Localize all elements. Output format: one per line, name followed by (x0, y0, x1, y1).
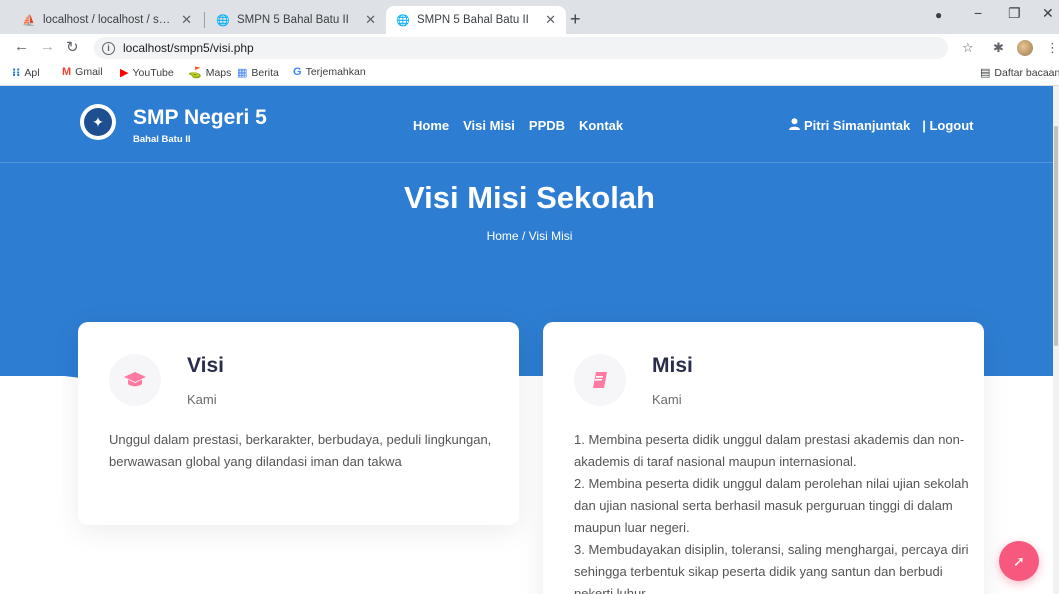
extensions-icon[interactable]: ✱ (993, 40, 1004, 56)
close-tab-icon[interactable]: ✕ (181, 12, 192, 28)
breadcrumb: Home / Visi Misi (0, 229, 1059, 243)
apps-grid-icon: ⁝⁝ (12, 67, 21, 79)
bookmark-label: YouTube (132, 66, 174, 79)
page-title: Visi Misi Sekolah (404, 180, 655, 215)
brand-subtitle: Bahal Batu II (133, 134, 191, 145)
brand-name[interactable]: SMP Negeri 5 (133, 106, 267, 130)
close-tab-icon[interactable]: ✕ (545, 12, 556, 28)
bookmark-youtube[interactable]: ▶ YouTube (120, 66, 174, 80)
url-field[interactable]: i localhost/smpn5/visi.php (94, 37, 948, 59)
back-arrow-icon[interactable]: ← (14, 38, 29, 55)
reload-icon[interactable]: ↻ (66, 38, 79, 56)
bookmark-label: Berita (251, 66, 279, 79)
globe-icon: 🌐 (216, 14, 230, 27)
breadcrumb-separator: / (518, 229, 529, 243)
misi-item: 1. Membina peserta didik unggul dalam pr… (574, 432, 965, 469)
browser-tab-smpn5[interactable]: 🌐 SMPN 5 Bahal Batu II ✕ (206, 6, 386, 34)
star-bookmark-icon[interactable]: ☆ (962, 40, 974, 56)
misi-item: 3. Membudayakan disiplin, toleransi, sal… (574, 542, 969, 594)
profile-indicator-icon[interactable]: ● (935, 8, 942, 22)
misi-subtitle: Kami (652, 392, 682, 407)
profile-avatar[interactable] (1017, 40, 1033, 56)
new-tab-button[interactable]: + (570, 9, 581, 30)
tab-separator (204, 12, 205, 28)
bookmark-apps[interactable]: ⁝⁝ Apl (12, 66, 40, 80)
visi-text: Unggul dalam prestasi, berkarakter, berb… (109, 432, 492, 469)
bookmark-label: Apl (24, 66, 40, 79)
news-icon: ▦ (237, 67, 248, 79)
address-bar-row: ← → ↻ i localhost/smpn5/visi.php ☆ ✱ ⋮ (0, 34, 1059, 61)
browser-tab-active[interactable]: 🌐 SMPN 5 Bahal Batu II ✕ (386, 6, 566, 34)
visi-subtitle: Kami (187, 392, 217, 407)
user-icon (789, 118, 800, 133)
visi-title: Visi (187, 354, 224, 377)
menu-kebab-icon[interactable]: ⋮ (1046, 40, 1059, 56)
bookmark-gmail[interactable]: M Gmail (62, 66, 103, 78)
minimize-button[interactable]: − (974, 5, 982, 21)
reading-list[interactable]: ▤ Daftar bacaan (980, 66, 1059, 80)
restore-button[interactable]: ❐ (1008, 5, 1021, 22)
site-info-icon[interactable]: i (102, 41, 115, 55)
tab-title: SMPN 5 Bahal Batu II (417, 14, 529, 26)
phpmyadmin-icon: ⛵ (22, 14, 36, 27)
bookmark-terjemahkan[interactable]: G Terjemahkan (293, 66, 366, 78)
forward-arrow-icon[interactable]: → (40, 38, 55, 55)
close-window-button[interactable]: ✕ (1042, 5, 1054, 22)
main-menu: Home Visi Misi PPDB Kontak (413, 118, 623, 133)
bookmark-label: Terjemahkan (305, 66, 366, 78)
maps-icon: ⛳ (188, 67, 202, 79)
book-icon (574, 354, 626, 406)
translate-icon: G (293, 66, 302, 78)
visi-card: Visi Kami Unggul dalam prestasi, berkara… (78, 322, 519, 525)
tab-title: SMPN 5 Bahal Batu II (237, 14, 349, 26)
misi-list: 1. Membina peserta didik unggul dalam pr… (574, 429, 974, 594)
school-logo[interactable]: ✦ (80, 104, 116, 140)
logout-link[interactable]: | Logout (922, 118, 973, 133)
misi-item: 2. Membina peserta didik unggul dalam pe… (574, 476, 969, 535)
bookmark-maps[interactable]: ⛳ Maps (188, 66, 232, 80)
page-scrollbar-thumb[interactable] (1054, 126, 1058, 346)
breadcrumb-current: Visi Misi (528, 229, 573, 243)
browser-tab-bar: ⛵ localhost / localhost / smpn5 / si ✕ 🌐… (0, 0, 1059, 34)
page-viewport: ✦ SMP Negeri 5 Bahal Batu II Home Visi M… (0, 86, 1059, 594)
menu-home[interactable]: Home (413, 118, 449, 133)
misi-title: Misi (652, 354, 693, 377)
tut-wuri-logo-icon: ✦ (84, 108, 112, 136)
breadcrumb-home[interactable]: Home (487, 229, 519, 243)
bookmark-berita[interactable]: ▦ Berita (237, 66, 279, 80)
bookmark-label: Gmail (75, 66, 103, 78)
close-tab-icon[interactable]: ✕ (365, 12, 376, 28)
user-name[interactable]: Pitri Simanjuntak (804, 118, 910, 133)
url-text: localhost/smpn5/visi.php (123, 41, 254, 55)
back-to-top-button[interactable]: ➚ (999, 541, 1039, 581)
reading-list-label: Daftar bacaan (994, 66, 1059, 79)
tab-title: localhost / localhost / smpn5 / si (43, 14, 173, 26)
youtube-icon: ▶ (120, 67, 129, 79)
browser-tab-phpmyadmin[interactable]: ⛵ localhost / localhost / smpn5 / si ✕ (12, 6, 202, 34)
gmail-icon: M (62, 66, 72, 78)
navbar-divider (0, 162, 1059, 163)
bookmark-label: Maps (205, 66, 232, 79)
globe-icon: 🌐 (396, 14, 410, 27)
misi-card: Misi Kami 1. Membina peserta didik unggu… (543, 322, 984, 594)
menu-visi-misi[interactable]: Visi Misi (463, 118, 515, 133)
graduation-cap-icon (109, 354, 161, 406)
bookmarks-bar: ⁝⁝ Apl M Gmail ▶ YouTube ⛳ Maps ▦ Berita… (0, 61, 1059, 86)
menu-ppdb[interactable]: PPDB (529, 118, 565, 133)
menu-kontak[interactable]: Kontak (579, 118, 623, 133)
reading-list-icon: ▤ (980, 67, 991, 79)
user-area: Pitri Simanjuntak | Logout (789, 118, 974, 133)
arrow-up-icon: ➚ (1013, 552, 1025, 569)
